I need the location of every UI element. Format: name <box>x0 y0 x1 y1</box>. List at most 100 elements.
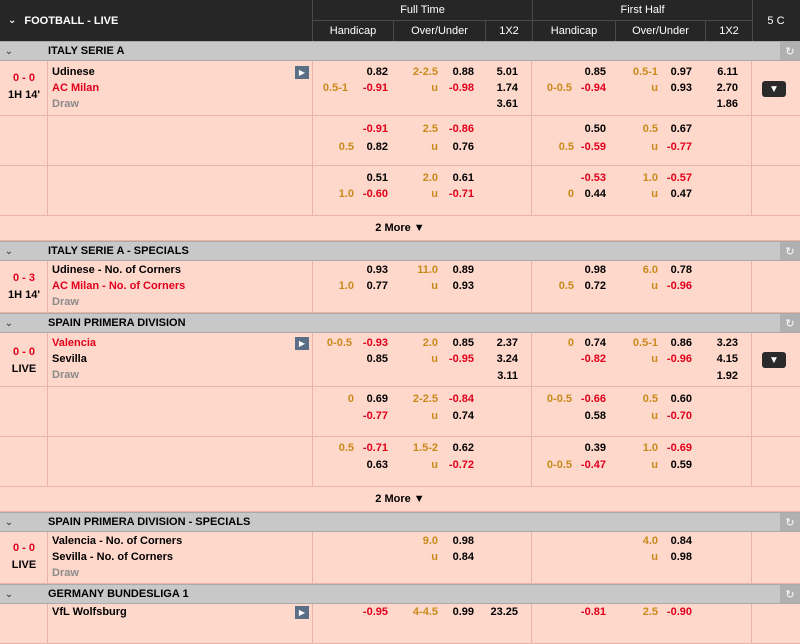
odds-cell[interactable]: -0.57 <box>660 172 692 184</box>
odds-cell[interactable]: -0.66 <box>574 393 606 405</box>
odds-cell[interactable]: -0.95 <box>356 606 388 618</box>
league-header[interactable]: ⌄ ITALY SERIE A - SPECIALS ↻ <box>0 241 800 261</box>
odds-cell[interactable]: -0.84 <box>442 393 474 405</box>
odds-cell[interactable]: 1.86 <box>706 98 738 110</box>
odds-cell[interactable]: -0.96 <box>660 353 692 365</box>
more-lines-button[interactable]: 2 More ▼ <box>0 216 800 241</box>
odds-cell[interactable]: 0.74 <box>442 410 474 422</box>
odds-cell[interactable]: 0.82 <box>340 66 388 78</box>
odds-cell[interactable]: 0.85 <box>560 66 606 78</box>
chevron-down-icon[interactable]: ⌄ <box>0 517 18 528</box>
odds-cell[interactable]: 0.98 <box>574 264 606 276</box>
odds-cell[interactable]: -0.94 <box>574 82 606 94</box>
refresh-counter[interactable]: 5 C <box>752 0 800 41</box>
odds-cell[interactable]: 0.93 <box>660 82 692 94</box>
play-icon[interactable]: ▶ <box>295 606 309 619</box>
sport-title[interactable]: ⌄ FOOTBALL - LIVE <box>0 0 312 41</box>
odds-cell[interactable]: 0.86 <box>660 337 692 349</box>
odds-cell[interactable]: 0.88 <box>442 66 474 78</box>
odds-cell[interactable]: 0.62 <box>442 442 474 454</box>
chevron-down-icon[interactable]: ⌄ <box>8 15 16 26</box>
odds-cell[interactable]: -0.69 <box>660 442 692 454</box>
odds-cell[interactable]: 0.61 <box>442 172 474 184</box>
odds-cell[interactable]: -0.95 <box>442 353 474 365</box>
odds-cell[interactable]: -0.91 <box>356 123 388 135</box>
play-icon[interactable]: ▶ <box>295 337 309 350</box>
odds-cell[interactable]: 1.92 <box>706 370 738 382</box>
odds-cell[interactable]: 3.61 <box>486 98 518 110</box>
odds-cell[interactable]: 0.84 <box>442 551 474 563</box>
odds-cell[interactable]: 4.15 <box>706 353 738 365</box>
odds-cell[interactable]: 0.51 <box>356 172 388 184</box>
odds-cell[interactable]: 5.01 <box>486 66 518 78</box>
odds-cell[interactable]: 1.74 <box>486 82 518 94</box>
odds-cell[interactable]: 0.77 <box>356 280 388 292</box>
odds-cell[interactable]: 0.47 <box>660 188 692 200</box>
odds-cell[interactable]: 0.93 <box>356 264 388 276</box>
odds-cell[interactable]: 3.24 <box>486 353 518 365</box>
odds-cell[interactable]: 0.60 <box>660 393 692 405</box>
league-header[interactable]: ⌄ ITALY SERIE A ↻ <box>0 41 800 61</box>
more-lines-button[interactable]: 2 More ▼ <box>0 487 800 512</box>
odds-cell[interactable]: -0.93 <box>356 337 388 349</box>
refresh-icon[interactable]: ↻ <box>780 242 800 260</box>
odds-cell[interactable]: 0.78 <box>660 264 692 276</box>
refresh-icon[interactable]: ↻ <box>780 314 800 332</box>
odds-cell[interactable]: 0.72 <box>574 280 606 292</box>
odds-cell[interactable]: -0.82 <box>574 353 606 365</box>
odds-cell[interactable]: 0.82 <box>356 141 388 153</box>
odds-cell[interactable]: -0.91 <box>356 82 388 94</box>
odds-cell[interactable]: 3.23 <box>706 337 738 349</box>
odds-cell[interactable]: -0.77 <box>660 141 692 153</box>
odds-cell[interactable]: 0.67 <box>660 123 692 135</box>
odds-cell[interactable]: -0.77 <box>356 410 388 422</box>
odds-cell[interactable]: 0.39 <box>574 442 606 454</box>
odds-cell[interactable]: 0.74 <box>574 337 606 349</box>
odds-cell[interactable]: -0.71 <box>356 442 388 454</box>
odds-cell[interactable]: -0.59 <box>574 141 606 153</box>
chevron-down-icon[interactable]: ⌄ <box>0 46 18 57</box>
odds-cell[interactable]: -0.70 <box>660 410 692 422</box>
odds-cell[interactable]: 0.69 <box>356 393 388 405</box>
odds-cell[interactable]: -0.98 <box>442 82 474 94</box>
odds-cell[interactable]: 0.85 <box>356 353 388 365</box>
odds-cell[interactable]: 0.50 <box>574 123 606 135</box>
odds-cell[interactable]: 0.76 <box>442 141 474 153</box>
chevron-down-icon[interactable]: ⌄ <box>0 318 18 329</box>
odds-cell[interactable]: 0.97 <box>660 66 692 78</box>
odds-cell[interactable]: -0.72 <box>442 459 474 471</box>
odds-cell[interactable]: 23.25 <box>482 606 518 618</box>
odds-cell[interactable]: 0.44 <box>574 188 606 200</box>
odds-cell[interactable]: 2.37 <box>486 337 518 349</box>
odds-cell[interactable]: 0.89 <box>442 264 474 276</box>
odds-cell[interactable]: 0.85 <box>442 337 474 349</box>
refresh-icon[interactable]: ↻ <box>780 42 800 60</box>
odds-cell[interactable]: 3.11 <box>486 370 518 382</box>
odds-cell[interactable]: -0.53 <box>574 172 606 184</box>
odds-cell[interactable]: 0.98 <box>660 551 692 563</box>
odds-cell[interactable]: -0.96 <box>660 280 692 292</box>
refresh-icon[interactable]: ↻ <box>780 585 800 603</box>
odds-cell[interactable]: 0.98 <box>442 535 474 547</box>
play-icon[interactable]: ▶ <box>295 66 309 79</box>
league-header[interactable]: ⌄ SPAIN PRIMERA DIVISION - SPECIALS ↻ <box>0 512 800 532</box>
odds-cell[interactable]: 0.63 <box>356 459 388 471</box>
refresh-icon[interactable]: ↻ <box>780 513 800 531</box>
odds-cell[interactable]: 0.84 <box>660 535 692 547</box>
odds-cell[interactable]: 0.59 <box>660 459 692 471</box>
expand-button[interactable]: ▼ <box>762 352 786 368</box>
odds-cell[interactable]: 2.70 <box>706 82 738 94</box>
odds-cell[interactable]: -0.71 <box>442 188 474 200</box>
odds-cell[interactable]: -0.81 <box>574 606 606 618</box>
league-header[interactable]: ⌄ SPAIN PRIMERA DIVISION ↻ <box>0 313 800 333</box>
chevron-down-icon[interactable]: ⌄ <box>0 589 18 600</box>
odds-cell[interactable]: -0.90 <box>660 606 692 618</box>
expand-button[interactable]: ▼ <box>762 81 786 97</box>
odds-cell[interactable]: -0.47 <box>574 459 606 471</box>
odds-cell[interactable]: 6.11 <box>706 66 738 78</box>
odds-cell[interactable]: 0.99 <box>442 606 474 618</box>
odds-cell[interactable]: 0.58 <box>574 410 606 422</box>
odds-cell[interactable]: -0.60 <box>356 188 388 200</box>
league-header[interactable]: ⌄ GERMANY BUNDESLIGA 1 ↻ <box>0 584 800 604</box>
chevron-down-icon[interactable]: ⌄ <box>0 246 18 257</box>
